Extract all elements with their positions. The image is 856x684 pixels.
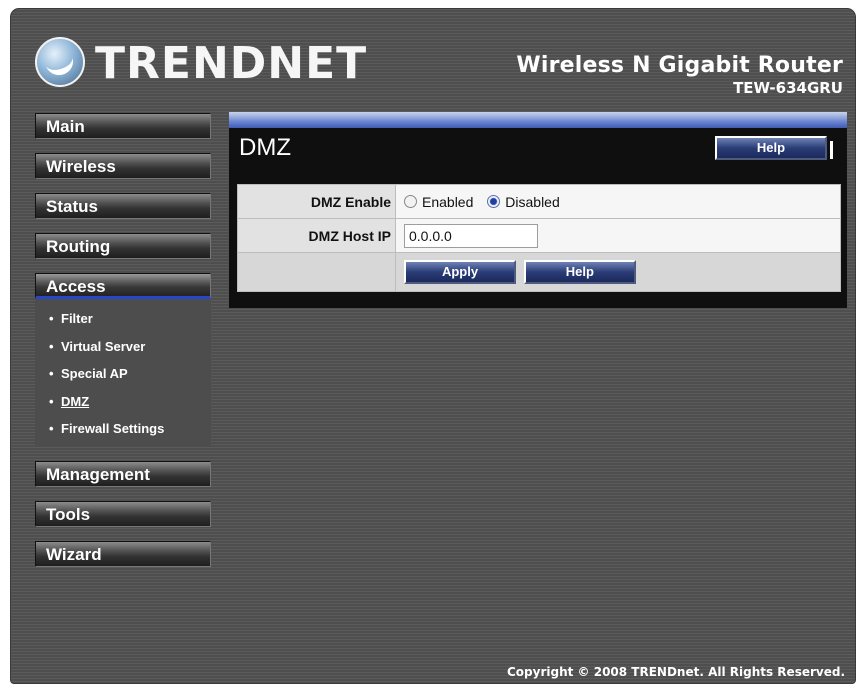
router-admin-frame: TRENDNET Wireless N Gigabit Router TEW-6… <box>10 8 856 684</box>
submenu-item-virtual-server[interactable]: • Virtual Server <box>35 333 211 361</box>
bullet-icon: • <box>49 421 54 436</box>
dmz-form-table: DMZ Enable Enabled Disabled DMZ Host IP … <box>237 184 841 292</box>
model-number: TEW-634GRU <box>733 79 843 97</box>
page-title: DMZ <box>239 134 291 161</box>
brand-logo-text: TRENDNET <box>95 38 368 89</box>
submenu-label: DMZ <box>61 393 90 409</box>
submenu-label: Virtual Server <box>61 338 146 354</box>
apply-button[interactable]: Apply <box>404 260 516 284</box>
product-name: Wireless N Gigabit Router <box>516 53 843 78</box>
dmz-host-ip-input[interactable] <box>404 223 538 248</box>
sidebar-item-wizard[interactable]: Wizard <box>35 540 211 567</box>
help-button[interactable]: Help <box>523 260 636 284</box>
form-row-dmz-host-ip: DMZ Host IP <box>237 218 841 253</box>
dmz-host-ip-cell <box>395 218 841 253</box>
disabled-label: Disabled <box>505 193 560 210</box>
access-submenu: • Filter • Virtual Server • Special AP • DMZ… <box>35 299 211 447</box>
divider-bar <box>830 141 833 159</box>
bullet-icon: • <box>49 338 54 354</box>
form-row-buttons: Apply Help <box>237 252 841 292</box>
help-top-button[interactable]: Help <box>715 136 827 160</box>
header: TRENDNET Wireless N Gigabit Router TEW-6… <box>11 9 855 107</box>
submenu-label: Special AP <box>61 366 128 381</box>
sidebar: Main Wireless Status Routing Access • Fil… <box>35 113 211 581</box>
button-row-spacer <box>237 252 396 292</box>
sidebar-item-tools[interactable]: Tools <box>35 500 211 527</box>
sidebar-item-wireless[interactable]: Wireless <box>35 153 211 179</box>
submenu-label: Firewall Settings <box>61 421 165 436</box>
submenu-item-special-ap[interactable]: • Special AP <box>35 360 211 388</box>
enabled-radio[interactable] <box>404 194 417 208</box>
submenu-label: Filter <box>61 311 93 326</box>
sidebar-item-management[interactable]: Management <box>35 460 211 487</box>
button-row-cell: Apply Help <box>395 252 841 292</box>
form-row-dmz-enable: DMZ Enable Enabled Disabled <box>237 184 841 219</box>
sidebar-item-main[interactable]: Main <box>35 113 211 139</box>
submenu-item-filter[interactable]: • Filter <box>35 305 211 333</box>
panel-top-bar <box>229 112 847 128</box>
bullet-icon: • <box>49 311 54 326</box>
sidebar-item-routing[interactable]: Routing <box>35 233 211 259</box>
help-top-wrapper: Help <box>715 136 833 160</box>
copyright-text: Copyright © 2008 TRENDnet. All Rights Re… <box>507 665 845 679</box>
disabled-radio[interactable] <box>487 194 501 208</box>
dmz-host-ip-label: DMZ Host IP <box>237 218 396 253</box>
enabled-label: Enabled <box>422 193 474 210</box>
trendnet-logo-icon <box>35 37 85 87</box>
sidebar-item-status[interactable]: Status <box>35 193 211 219</box>
bullet-icon: • <box>49 366 54 381</box>
sidebar-item-access[interactable]: Access <box>35 273 211 299</box>
submenu-item-dmz[interactable]: • DMZ <box>35 388 211 416</box>
dmz-panel: DMZ Help DMZ Enable Enabled Disabled DMZ… <box>229 112 847 308</box>
submenu-item-firewall-settings[interactable]: • Firewall Settings <box>35 415 211 443</box>
bullet-icon: • <box>49 393 54 409</box>
dmz-enable-label: DMZ Enable <box>237 184 396 219</box>
dmz-enable-cell: Enabled Disabled <box>395 184 841 219</box>
